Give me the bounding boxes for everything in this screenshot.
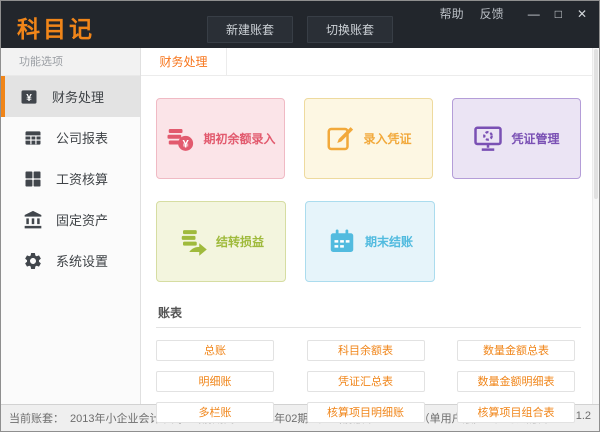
report-button-detail-ledger[interactable]: 明细账 (156, 371, 274, 392)
help-link[interactable]: 帮助 (440, 5, 464, 22)
sidebar-item-system-settings[interactable]: 系统设置 (1, 240, 140, 281)
sidebar-item-label: 系统设置 (56, 251, 108, 270)
svg-text:¥: ¥ (183, 138, 190, 150)
coins-yuan-icon: ¥ (165, 124, 195, 154)
feedback-link[interactable]: 反馈 (480, 5, 504, 22)
report-button-voucher-summary[interactable]: 凭证汇总表 (307, 371, 425, 392)
gear-icon (23, 251, 43, 271)
card-opening-balance-entry[interactable]: ¥ 期初余额录入 (156, 98, 285, 179)
calendar-icon (327, 227, 357, 257)
sidebar-item-label: 固定资产 (56, 210, 108, 229)
maximize-icon[interactable]: □ (555, 7, 562, 21)
card-carry-forward-pnl[interactable]: 结转损益 (156, 201, 286, 282)
card-period-end-closing[interactable]: 期末结账 (305, 201, 435, 282)
sidebar-item-label: 公司报表 (56, 128, 108, 147)
edit-voucher-icon (325, 124, 355, 154)
card-label: 凭证管理 (511, 130, 559, 147)
card-label: 期初余额录入 (203, 130, 275, 147)
close-icon[interactable]: ✕ (577, 7, 587, 21)
report-table-icon (23, 128, 43, 148)
monitor-icon (473, 124, 503, 154)
salary-grid-icon (23, 169, 43, 189)
tab-finance-processing[interactable]: 财务处理 (141, 48, 227, 75)
window-controls: — □ ✕ (528, 7, 587, 21)
report-button-general-ledger[interactable]: 总账 (156, 340, 274, 361)
report-button-qty-amount-summary[interactable]: 数量金额总表 (457, 340, 575, 361)
sidebar-item-label: 工资核算 (56, 169, 108, 188)
card-row-2: 结转损益 期末结账 (156, 201, 581, 282)
reports-divider (156, 327, 581, 328)
titlebar-actions: 新建账套 切换账套 (207, 16, 393, 43)
svg-text:¥: ¥ (26, 92, 32, 103)
card-voucher-management[interactable]: 凭证管理 (452, 98, 581, 179)
sidebar-item-payroll[interactable]: 工资核算 (1, 158, 140, 199)
sidebar-section-label: 功能选项 (1, 48, 140, 76)
bank-icon (23, 210, 43, 230)
content: ¥ 期初余额录入 录入凭证 凭证管理 (141, 76, 599, 423)
report-button-qty-amount-detail[interactable]: 数量金额明细表 (457, 371, 575, 392)
status-account-label: 当前账套： (9, 410, 64, 426)
reports-grid: 总账 科目余额表 数量金额总表 明细账 凭证汇总表 数量金额明细表 多栏账 核算… (156, 340, 581, 423)
card-label: 期末结账 (365, 233, 413, 250)
minimize-icon[interactable]: — (528, 7, 540, 21)
reports-section-title: 账表 (158, 304, 581, 321)
vertical-scrollbar[interactable] (592, 48, 599, 404)
app-logo: 科目记 (17, 10, 95, 44)
title-bar: 科目记 新建账套 切换账套 帮助 反馈 — □ ✕ (1, 1, 599, 48)
cash-box-icon: ¥ (19, 87, 39, 107)
main-area: 财务处理 ¥ 期初余额录入 录入凭证 (141, 48, 599, 404)
report-button-accounting-item-combo[interactable]: 核算项目组合表 (457, 402, 575, 423)
scrollbar-thumb[interactable] (594, 49, 598, 199)
card-row-1: ¥ 期初余额录入 录入凭证 凭证管理 (156, 98, 581, 179)
card-label: 录入凭证 (363, 130, 411, 147)
report-button-multi-column-ledger[interactable]: 多栏账 (156, 402, 274, 423)
sidebar-item-company-reports[interactable]: 公司报表 (1, 117, 140, 158)
titlebar-right: 帮助 反馈 — □ ✕ (440, 5, 587, 22)
report-button-accounting-item-detail[interactable]: 核算项目明细账 (307, 402, 425, 423)
app-window: 科目记 新建账套 切换账套 帮助 反馈 — □ ✕ 功能选项 ¥ 财务处理 (0, 0, 600, 432)
card-label: 结转损益 (216, 233, 264, 250)
card-enter-voucher[interactable]: 录入凭证 (304, 98, 433, 179)
sidebar: 功能选项 ¥ 财务处理 公司报表 工资核算 (1, 48, 141, 404)
coins-arrow-icon (178, 227, 208, 257)
new-account-set-button[interactable]: 新建账套 (207, 16, 293, 43)
sidebar-item-finance-processing[interactable]: ¥ 财务处理 (1, 76, 140, 117)
report-button-account-balance[interactable]: 科目余额表 (307, 340, 425, 361)
tab-bar: 财务处理 (141, 48, 599, 76)
sidebar-item-fixed-assets[interactable]: 固定资产 (1, 199, 140, 240)
switch-account-set-button[interactable]: 切换账套 (307, 16, 393, 43)
sidebar-item-label: 财务处理 (52, 87, 104, 106)
